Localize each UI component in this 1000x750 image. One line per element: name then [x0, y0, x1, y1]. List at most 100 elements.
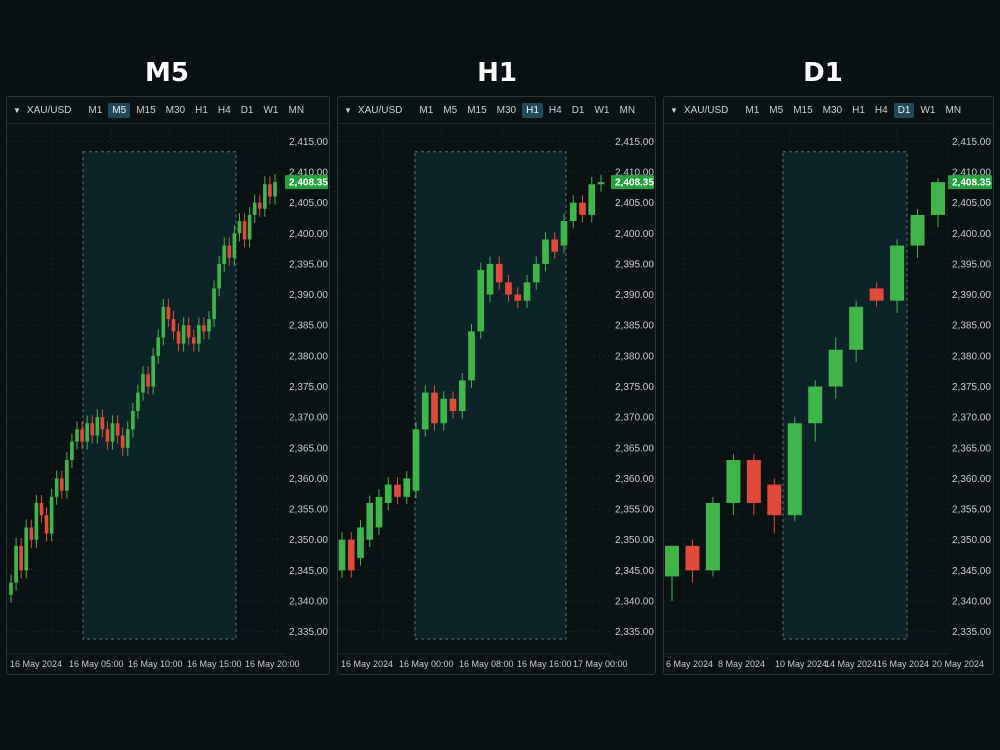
- x-tick-label: 10 May 2024: [775, 659, 827, 669]
- candle-body: [523, 282, 531, 301]
- x-tick-label: 16 May 2024: [10, 659, 62, 669]
- last-price-tag: 2,408.35: [285, 175, 328, 190]
- candle-body: [849, 306, 864, 350]
- tab-w1[interactable]: W1: [259, 103, 282, 118]
- y-tick-label: 2,380.00: [615, 351, 654, 362]
- tab-d1[interactable]: D1: [893, 102, 915, 118]
- tab-mn[interactable]: MN: [941, 103, 965, 118]
- candle-body: [726, 460, 741, 503]
- tab-m30[interactable]: M30: [162, 103, 189, 118]
- candle-body: [665, 545, 679, 577]
- candle-body: [514, 294, 522, 301]
- candlestick-chart[interactable]: 2,415.002,410.002,405.002,400.002,395.00…: [338, 123, 655, 674]
- candle-body: [597, 182, 605, 185]
- last-price-label: 2,408.35: [952, 178, 991, 189]
- tab-m5[interactable]: M5: [439, 103, 461, 118]
- tab-h1[interactable]: H1: [191, 103, 212, 118]
- candle-body: [440, 398, 448, 424]
- tab-h4[interactable]: H4: [545, 103, 566, 118]
- tab-h4[interactable]: H4: [871, 103, 892, 118]
- x-tick-label: 16 May 20:00: [245, 659, 300, 669]
- symbol-selector[interactable]: ▼ XAU/USD: [7, 105, 71, 116]
- candle-body: [217, 263, 221, 289]
- x-tick-label: 14 May 2024: [825, 659, 877, 669]
- candle-body: [49, 496, 54, 534]
- chart-panel-m5[interactable]: ▼ XAU/USD M1 M5 M15 M30 H1 H4 D1 W1 MN 2,415.00 2…: [6, 96, 330, 675]
- tab-m5[interactable]: M5: [108, 102, 131, 118]
- x-tick-label: 16 May 2024: [877, 659, 929, 669]
- tab-m15[interactable]: M15: [789, 103, 816, 118]
- candle-body: [931, 182, 945, 215]
- chart-panel-d1[interactable]: ▼ XAU/USD M1 M5 M15 M30 H1 H4 D1 W1 MN 2,415.00 2…: [663, 96, 994, 675]
- y-tick-label: 2,380.00: [289, 351, 328, 362]
- tab-h1[interactable]: H1: [522, 102, 543, 118]
- x-tick-label: 16 May 16:00: [517, 659, 572, 669]
- y-tick-label: 2,405.00: [289, 198, 328, 209]
- y-tick-label: 2,335.00: [615, 627, 654, 638]
- symbol-selector[interactable]: ▼ XAU/USD: [664, 105, 728, 116]
- candle-body: [449, 398, 457, 412]
- y-tick-label: 2,375.00: [289, 382, 328, 393]
- tab-d1[interactable]: D1: [568, 103, 589, 118]
- tab-h1[interactable]: H1: [848, 103, 869, 118]
- candle-body: [394, 484, 401, 497]
- candle-body: [263, 184, 267, 209]
- tab-m1[interactable]: M1: [84, 103, 106, 118]
- tab-m15[interactable]: M15: [463, 103, 490, 118]
- candle-body: [186, 325, 191, 338]
- y-tick-label: 2,365.00: [952, 443, 991, 454]
- tab-w1[interactable]: W1: [916, 103, 939, 118]
- candle-body: [105, 429, 110, 442]
- y-tick-label: 2,335.00: [289, 627, 328, 638]
- candle-body: [495, 263, 503, 283]
- y-tick-label: 2,415.00: [289, 137, 328, 148]
- candle-body: [910, 214, 925, 246]
- dropdown-triangle-icon: ▼: [344, 105, 352, 115]
- tab-d1[interactable]: D1: [237, 103, 258, 118]
- candle-body: [412, 429, 420, 491]
- candle-body: [532, 263, 540, 283]
- y-tick-label: 2,390.00: [615, 290, 654, 301]
- candle-body: [125, 429, 130, 448]
- tab-mn[interactable]: MN: [284, 103, 308, 118]
- tab-m30[interactable]: M30: [819, 103, 846, 118]
- tab-m30[interactable]: M30: [493, 103, 520, 118]
- highlight-region: [82, 151, 237, 640]
- y-tick-label: 2,340.00: [615, 596, 654, 607]
- x-tick-label: 6 May 2024: [666, 659, 713, 669]
- tab-w1[interactable]: W1: [590, 103, 613, 118]
- tab-m1[interactable]: M1: [415, 103, 437, 118]
- candle-body: [384, 484, 392, 503]
- candlestick-chart[interactable]: 2,415.002,410.002,405.002,400.002,395.00…: [664, 123, 993, 674]
- y-tick-label: 2,350.00: [289, 535, 328, 546]
- candle-body: [257, 202, 262, 209]
- candle-body: [242, 221, 247, 240]
- y-tick-label: 2,400.00: [952, 229, 991, 240]
- y-tick-label: 2,345.00: [289, 566, 328, 577]
- candlestick-chart[interactable]: 2,415.002,410.002,405.002,400.002,395.00…: [7, 123, 329, 674]
- x-tick-label: 8 May 2024: [718, 659, 765, 669]
- chart-toolbar: ▼ XAU/USD M1 M5 M15 M30 H1 H4 D1 W1 MN: [7, 97, 329, 124]
- tab-h4[interactable]: H4: [214, 103, 235, 118]
- y-tick-label: 2,355.00: [289, 505, 328, 516]
- symbol-selector[interactable]: ▼ XAU/USD: [338, 105, 402, 116]
- tab-m1[interactable]: M1: [741, 103, 763, 118]
- tab-mn[interactable]: MN: [615, 103, 639, 118]
- candle-body: [65, 460, 69, 491]
- candle-body: [477, 270, 485, 332]
- candle-body: [44, 515, 49, 534]
- y-tick-label: 2,395.00: [289, 259, 328, 270]
- tab-m15[interactable]: M15: [132, 103, 159, 118]
- candle-body: [808, 386, 823, 424]
- y-tick-label: 2,405.00: [615, 198, 654, 209]
- y-tick-label: 2,345.00: [952, 566, 991, 577]
- tab-m5[interactable]: M5: [765, 103, 787, 118]
- candle-body: [85, 423, 89, 442]
- candle-body: [505, 282, 512, 295]
- candle-body: [685, 545, 700, 571]
- title-m5: M5: [145, 58, 189, 88]
- chart-panel-h1[interactable]: ▼ XAU/USD M1 M5 M15 M30 H1 H4 D1 W1 MN 2,415.00 2…: [337, 96, 656, 675]
- candle-body: [252, 202, 257, 215]
- candle-body: [176, 331, 181, 344]
- candle-body: [166, 306, 171, 320]
